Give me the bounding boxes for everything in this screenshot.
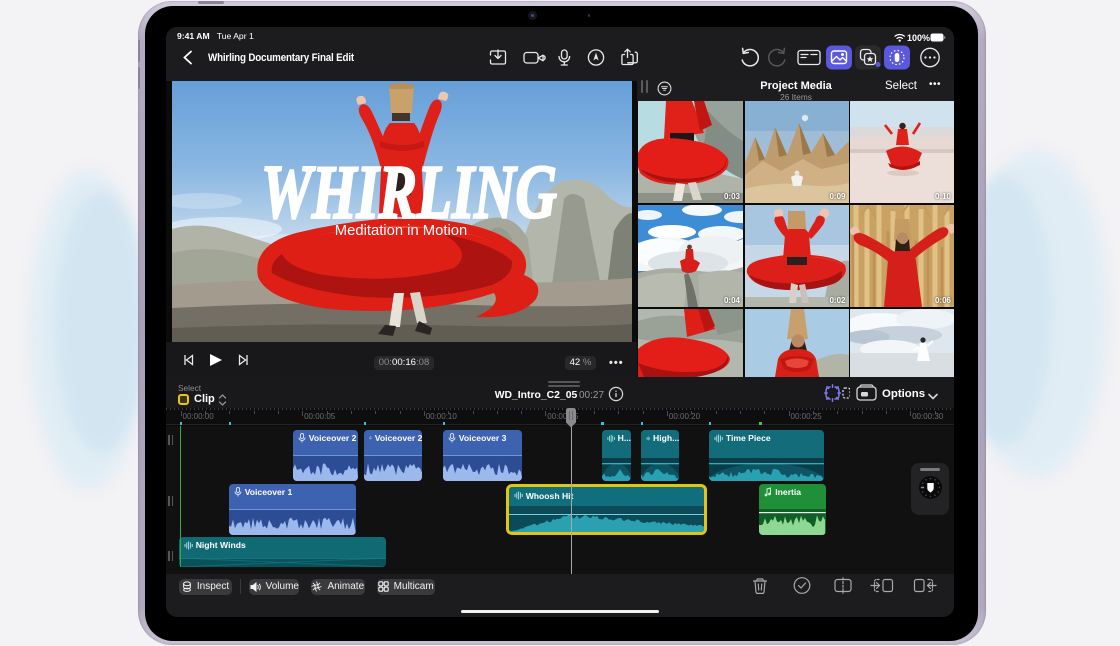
svg-text:100%: 100%: [907, 33, 930, 43]
